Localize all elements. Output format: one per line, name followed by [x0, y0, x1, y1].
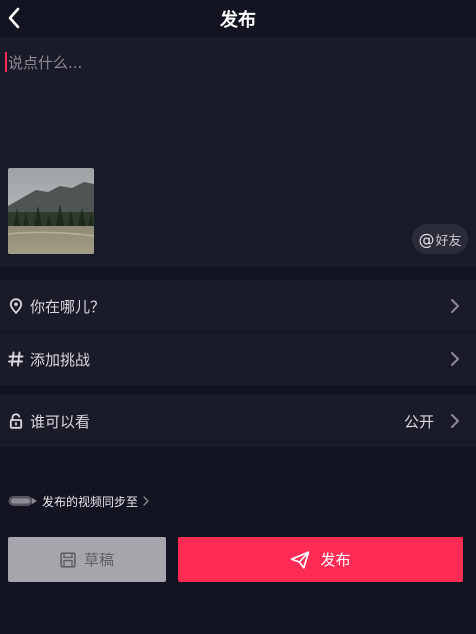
top-bar: 发布 — [0, 0, 476, 38]
privacy-label: 谁可以看 — [30, 412, 91, 431]
chevron-right-icon — [451, 414, 459, 428]
location-row[interactable]: 你在哪儿？ — [0, 280, 476, 332]
chevron-right-icon — [451, 299, 459, 313]
location-label: 你在哪儿？ — [30, 297, 106, 316]
privacy-row[interactable]: 谁可以看 公开 — [0, 395, 476, 447]
unlock-icon — [9, 413, 23, 429]
send-icon — [291, 550, 310, 569]
publish-label: 发布 — [320, 551, 351, 569]
location-pin-icon — [9, 298, 23, 314]
draft-button[interactable]: 草稿 — [8, 537, 166, 582]
caption-input[interactable]: 说点什么... — [8, 52, 408, 74]
chevron-right-icon — [143, 496, 149, 506]
save-draft-icon — [60, 551, 76, 568]
at-symbol: @ — [418, 229, 435, 249]
mention-friends-button[interactable]: @ 好友 — [412, 224, 468, 254]
sync-option[interactable]: 发布的视频同步至 — [8, 492, 149, 510]
draft-label: 草稿 — [83, 551, 114, 569]
publish-button[interactable]: 发布 — [178, 537, 463, 582]
page-title: 发布 — [220, 10, 256, 31]
sync-app-icon — [8, 496, 37, 506]
hashtag-icon — [8, 351, 24, 367]
landscape-image — [8, 168, 94, 254]
compose-panel: 说点什么... @ 好友 — [0, 38, 476, 266]
text-cursor — [5, 52, 7, 72]
video-thumbnail[interactable] — [8, 168, 94, 254]
sync-label: 发布的视频同步至 — [42, 494, 139, 509]
mention-friends-label: 好友 — [435, 233, 462, 249]
chevron-right-icon — [451, 352, 459, 366]
challenge-label: 添加挑战 — [30, 350, 91, 369]
challenge-row[interactable]: 添加挑战 — [0, 333, 476, 385]
privacy-value: 公开 — [403, 412, 434, 431]
